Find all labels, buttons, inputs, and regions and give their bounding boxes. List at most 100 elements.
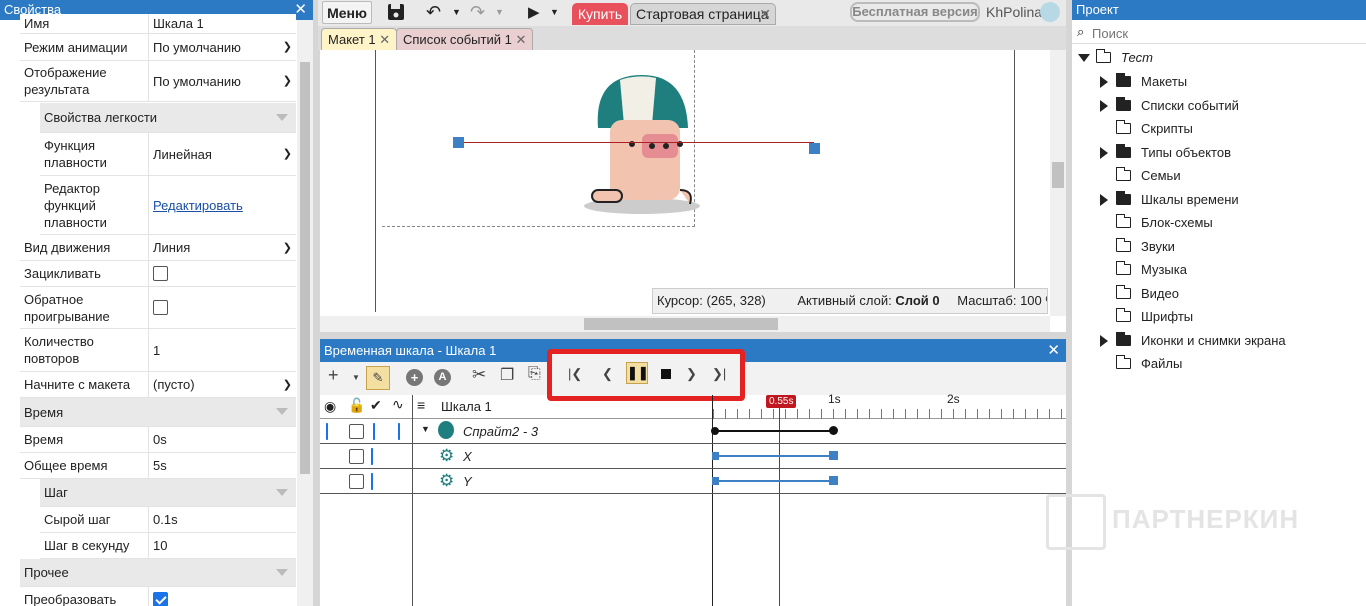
tree-item-timelines[interactable]: Шкалы времени [1100, 191, 1239, 207]
ping-pong-checkbox[interactable] [153, 300, 168, 315]
buy-button[interactable]: Купить [572, 3, 628, 25]
horizontal-scrollbar[interactable] [320, 316, 1050, 332]
add-icon[interactable]: + [328, 365, 339, 386]
lock-checkbox[interactable] [349, 474, 364, 489]
save-icon[interactable] [386, 1, 406, 24]
step-forward-icon[interactable]: ❯ [686, 366, 697, 382]
prop-start-from-layout[interactable]: Начните с макета (пусто) ❯ [20, 372, 296, 398]
keyframe-end[interactable] [829, 451, 838, 460]
graph-checkbox[interactable] [398, 423, 400, 440]
tree-item-families[interactable]: Семьи [1115, 167, 1181, 183]
tree-item-files[interactable]: Файлы [1115, 355, 1182, 371]
keyframe-start[interactable] [712, 452, 719, 460]
tree-item-scripts[interactable]: Скрипты [1115, 120, 1193, 136]
track-row-sprite[interactable]: ▼ Спрайт2 - 3 [320, 419, 1066, 444]
copy-icon[interactable]: ❐ [500, 365, 514, 385]
playhead-label[interactable]: 0.55s [766, 395, 797, 408]
lock-checkbox[interactable] [349, 449, 364, 464]
track-row-y[interactable]: ⚙ Y [320, 469, 1066, 494]
collapse-icon[interactable] [276, 488, 288, 496]
track-row-x[interactable]: ⚙ X [320, 444, 1066, 469]
tree-item-sounds[interactable]: Звуки [1115, 238, 1175, 254]
expand-icon[interactable] [1100, 334, 1108, 347]
prop-easing-function[interactable]: Функция плавности Линейная ❯ [40, 133, 296, 176]
tree-item-icons[interactable]: Иконки и снимки экрана [1100, 332, 1286, 348]
skip-start-icon[interactable]: |❮ [568, 366, 582, 382]
chevron-down-icon[interactable]: ▼ [495, 1, 504, 24]
menu-button[interactable]: Меню [322, 1, 372, 24]
lock-icon[interactable]: 🔓 [348, 397, 365, 414]
chevron-down-icon[interactable]: ❯ [283, 40, 292, 53]
close-icon[interactable]: ✕ [379, 32, 390, 47]
close-icon[interactable]: ✕ [1047, 339, 1060, 362]
chevron-down-icon[interactable]: ▼ [550, 1, 559, 24]
prop-animation-mode[interactable]: Режим анимации По умолчанию ❯ [20, 34, 296, 61]
free-version-badge[interactable]: Бесплатная версия [850, 2, 980, 22]
tab-event-sheet-1[interactable]: Список событий 1 ✕ [396, 28, 534, 50]
pencil-icon[interactable]: ✎ [366, 366, 390, 390]
path-handle-end[interactable] [809, 143, 820, 154]
close-icon[interactable]: ✕ [759, 4, 771, 24]
scroll-thumb[interactable] [584, 318, 778, 330]
auto-icon[interactable]: A [434, 369, 451, 386]
expand-icon[interactable]: ▼ [421, 424, 430, 434]
graph-icon[interactable]: ∿ [392, 396, 404, 413]
tree-item-event-sheets[interactable]: Списки событий [1100, 97, 1239, 113]
enable-checkbox[interactable] [371, 448, 373, 465]
enable-checkbox[interactable] [371, 473, 373, 490]
tree-item-fonts[interactable]: Шрифты [1115, 308, 1193, 324]
tree-item-music[interactable]: Музыка [1115, 261, 1187, 277]
visible-checkbox[interactable] [326, 423, 328, 440]
expand-icon[interactable] [1100, 193, 1108, 206]
chevron-down-icon[interactable]: ❯ [283, 147, 292, 160]
keyframe-end[interactable] [829, 426, 838, 435]
scroll-thumb[interactable] [300, 62, 310, 474]
tree-item-flowcharts[interactable]: Блок-схемы [1115, 214, 1213, 230]
path-handle-start[interactable] [453, 137, 464, 148]
tree-root[interactable]: Тест [1078, 49, 1153, 65]
enable-checkbox[interactable] [373, 423, 375, 440]
step-back-icon[interactable]: ❮ [602, 366, 613, 382]
keyframe-end[interactable] [829, 476, 838, 485]
section-step[interactable]: Шаг [40, 479, 296, 507]
keyframe-start[interactable] [711, 427, 719, 435]
close-icon[interactable]: ✕ [294, 0, 307, 20]
collapse-icon[interactable] [276, 568, 288, 576]
tree-item-videos[interactable]: Видео [1115, 285, 1179, 301]
edit-link[interactable]: Редактировать [148, 176, 296, 234]
check-icon[interactable]: ✔ [370, 397, 382, 414]
tab-layout-1[interactable]: Макет 1 ✕ [321, 28, 398, 50]
stop-icon[interactable] [661, 369, 671, 379]
avatar[interactable] [1040, 2, 1060, 22]
cut-icon[interactable]: ✂ [472, 365, 486, 385]
properties-scrollbar[interactable] [297, 20, 313, 606]
redo-icon[interactable]: ↷ [470, 1, 485, 24]
search-input[interactable] [1092, 24, 1352, 42]
expand-icon[interactable] [1100, 75, 1108, 88]
expand-icon[interactable] [1100, 99, 1108, 112]
play-icon[interactable]: ▶ [528, 1, 540, 24]
username[interactable]: KhPolina [986, 1, 1042, 24]
layout-editor[interactable]: Курсор: (265, 328) Активный слой: Слой 0… [320, 50, 1066, 332]
paste-icon[interactable]: ⎘ [528, 365, 541, 383]
expand-icon[interactable] [1078, 53, 1090, 62]
section-easing[interactable]: Свойства легкости [40, 103, 296, 133]
close-icon[interactable]: ✕ [515, 32, 526, 47]
pause-icon[interactable]: ❚❚ [626, 362, 649, 384]
project-search[interactable]: ⌕ [1072, 22, 1366, 44]
section-time[interactable]: Время [20, 398, 296, 427]
lock-checkbox[interactable] [349, 424, 364, 439]
eye-icon[interactable]: ◉ [324, 398, 336, 415]
chevron-down-icon[interactable]: ▼ [352, 373, 360, 382]
tree-item-object-types[interactable]: Типы объектов [1100, 144, 1231, 160]
sprite-pig[interactable] [580, 70, 710, 220]
scroll-thumb[interactable] [1052, 162, 1064, 188]
loop-checkbox[interactable] [153, 266, 168, 281]
undo-icon[interactable]: ↶ [426, 1, 441, 24]
expand-icon[interactable] [1100, 146, 1108, 159]
chevron-down-icon[interactable]: ▼ [452, 1, 461, 24]
skip-end-icon[interactable]: ❯| [712, 366, 726, 382]
collapse-icon[interactable] [276, 408, 288, 415]
keyframe-start[interactable] [712, 477, 719, 485]
prop-result-display[interactable]: Отображение результата По умолчанию ❯ [20, 61, 296, 102]
